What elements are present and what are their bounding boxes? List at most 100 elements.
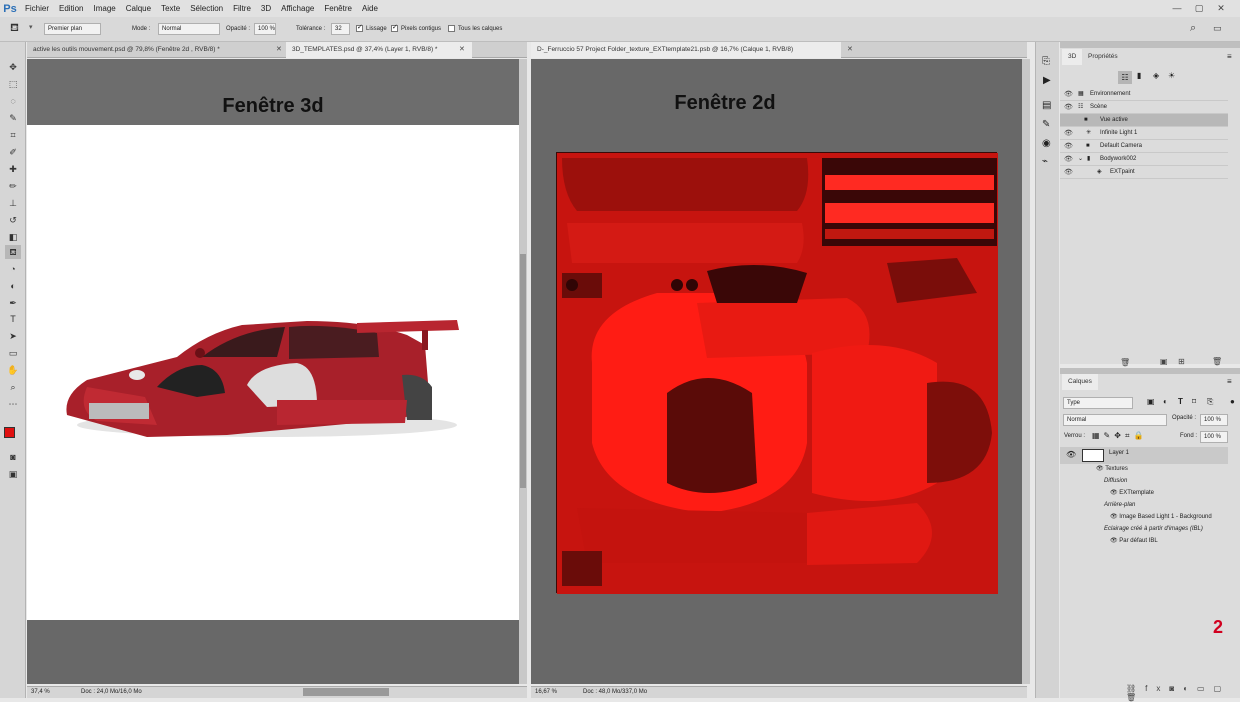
stamp-tool-icon[interactable]: ⊥ bbox=[5, 196, 21, 210]
left-canvas-area[interactable]: Fenêtre 3d bbox=[27, 59, 519, 684]
history-panel-icon[interactable]: ⎘ bbox=[1042, 56, 1050, 67]
zoom-readout[interactable]: 37,4 % bbox=[31, 687, 50, 698]
menu-aide[interactable]: Aide bbox=[357, 0, 383, 17]
filter-adjust-icon[interactable]: ◐ bbox=[1163, 397, 1168, 406]
trash-icon[interactable]: 🗑 bbox=[1212, 357, 1222, 366]
render-icon[interactable]: ▣ bbox=[1160, 357, 1168, 366]
3d-row-vue-active[interactable]: ■ Vue active bbox=[1060, 114, 1228, 127]
tous-calques-checkbox[interactable] bbox=[448, 25, 455, 32]
horizontal-scroll-thumb[interactable] bbox=[303, 688, 389, 696]
tab-calques[interactable]: Calques bbox=[1062, 374, 1098, 390]
menu-fenetre[interactable]: Fenêtre bbox=[319, 0, 357, 17]
notes-icon[interactable]: ✎ bbox=[1042, 119, 1050, 130]
screen-mode-icon[interactable]: ▣ bbox=[5, 467, 21, 481]
tab-ferruccio-template[interactable]: D-_Ferruccio 57 Project Folder_texture_E… bbox=[531, 42, 841, 58]
quick-select-tool-icon[interactable]: ✎ bbox=[5, 111, 21, 125]
tab-3d[interactable]: 3D bbox=[1062, 49, 1083, 65]
3d-row-bodywork[interactable]: 👁 ⌄ ▮ Bodywork002 bbox=[1060, 153, 1228, 166]
layer-opacity-input[interactable]: 100 % bbox=[1200, 414, 1228, 426]
sub-exttemplate[interactable]: 👁 EXTtemplate bbox=[1110, 487, 1154, 499]
type-tool-icon[interactable]: T bbox=[5, 312, 21, 326]
opacity-input[interactable]: 100 % bbox=[254, 23, 276, 35]
menu-image[interactable]: Image bbox=[88, 0, 120, 17]
adjustments-icon[interactable]: ▤ bbox=[1042, 100, 1051, 111]
menu-filtre[interactable]: Filtre bbox=[228, 0, 256, 17]
menu-affichage[interactable]: Affichage bbox=[276, 0, 319, 17]
tab-outils-mouvement[interactable]: active les outils mouvement.psd @ 79,8% … bbox=[27, 42, 263, 58]
more-tools-icon[interactable]: ⋯ bbox=[5, 397, 21, 411]
3d-row-environnement[interactable]: 👁 ▦ Environnement bbox=[1060, 88, 1228, 101]
eyedropper-tool-icon[interactable]: ✐ bbox=[5, 145, 21, 159]
menu-texte[interactable]: Texte bbox=[156, 0, 185, 17]
actions-play-icon[interactable]: ▶ bbox=[1043, 75, 1051, 86]
left-vertical-scrollbar[interactable] bbox=[519, 59, 527, 684]
path-icon[interactable]: ⌁ bbox=[1042, 156, 1048, 167]
close-tab-icon[interactable]: ✕ bbox=[847, 45, 853, 53]
tolerance-input[interactable]: 32 bbox=[331, 23, 350, 35]
close-window-button[interactable]: ✕ bbox=[1212, 0, 1230, 17]
minimize-button[interactable]: — bbox=[1168, 0, 1186, 17]
scroll-thumb[interactable] bbox=[520, 254, 526, 488]
chevron-down-icon[interactable]: ▾ bbox=[29, 23, 33, 31]
material-filter-icon[interactable]: ◈ bbox=[1153, 71, 1159, 80]
paint-bucket-tool-icon[interactable]: ⛾ bbox=[5, 245, 21, 259]
zoom-tool-icon[interactable]: ⌕ bbox=[5, 380, 21, 394]
marquee-tool-icon[interactable]: ⬚ bbox=[5, 77, 21, 91]
sub-ibl-background[interactable]: 👁 Image Based Light 1 - Background bbox=[1110, 511, 1212, 523]
maximize-button[interactable]: ▢ bbox=[1190, 0, 1208, 17]
eye-icon[interactable]: 👁 bbox=[1064, 140, 1073, 153]
filter-pixel-icon[interactable]: ▣ bbox=[1147, 397, 1155, 406]
move-tool-icon[interactable]: ✥ bbox=[5, 60, 21, 74]
zoom-readout[interactable]: 16,67 % bbox=[535, 687, 557, 698]
foreground-color-swatch[interactable] bbox=[4, 427, 15, 438]
fill-source-select[interactable]: Premier plan bbox=[44, 23, 101, 35]
path-select-tool-icon[interactable]: ➤ bbox=[5, 329, 21, 343]
blur-tool-icon[interactable]: ◔ bbox=[5, 262, 21, 276]
light-add-icon[interactable]: ♁ bbox=[1124, 357, 1130, 366]
layer-actions-icons[interactable]: ⛓fx◙◐▭▢🗑 bbox=[1126, 684, 1240, 702]
right-vertical-scrollbar[interactable] bbox=[1022, 59, 1030, 684]
lasso-tool-icon[interactable]: ◌ bbox=[5, 94, 21, 108]
lock-options-icon[interactable]: ▦✎✥⌗🔒 bbox=[1092, 431, 1147, 441]
search-icon[interactable]: ⌕ bbox=[1190, 22, 1196, 35]
eye-icon[interactable]: 👁 bbox=[1110, 538, 1119, 544]
sub-par-defaut-ibl[interactable]: 👁 Par défaut IBL bbox=[1110, 535, 1158, 547]
eye-icon[interactable]: 👁 bbox=[1110, 490, 1119, 496]
fill-input[interactable]: 100 % bbox=[1200, 431, 1228, 443]
layer-filter-select[interactable]: Type bbox=[1063, 397, 1133, 409]
menu-calque[interactable]: Calque bbox=[121, 0, 156, 17]
hand-tool-icon[interactable]: ✋ bbox=[5, 363, 21, 377]
mode-select[interactable]: Normal bbox=[158, 23, 220, 35]
menu-fichier[interactable]: Fichier bbox=[20, 0, 54, 17]
layer-row-layer1[interactable]: 👁 Layer 1 bbox=[1060, 447, 1228, 464]
pixels-contigus-checkbox[interactable] bbox=[391, 23, 398, 32]
tab-3d-templates[interactable]: 3D_TEMPLATES.psd @ 37,4% (Layer 1, RVB/8… bbox=[286, 42, 472, 58]
3d-row-extpaint[interactable]: 👁 ◈ EXTpaint bbox=[1060, 166, 1228, 179]
3d-viewport[interactable] bbox=[27, 125, 519, 620]
eye-icon[interactable]: 👁 bbox=[1064, 88, 1073, 101]
filter-smart-icon[interactable]: ⎘ bbox=[1207, 397, 1213, 407]
mesh-filter-icon[interactable]: ▮ bbox=[1137, 71, 1141, 80]
crop-tool-icon[interactable]: ⌗ bbox=[5, 128, 21, 142]
panel-menu-icon[interactable]: ≡ bbox=[1227, 52, 1232, 61]
filter-toggle-icon[interactable]: ● bbox=[1230, 397, 1235, 406]
layer-name[interactable]: Layer 1 bbox=[1109, 450, 1129, 456]
eye-icon[interactable]: 👁 bbox=[1066, 450, 1076, 459]
close-tab-icon[interactable]: ✕ bbox=[276, 45, 282, 53]
dodge-tool-icon[interactable]: ◐ bbox=[5, 279, 21, 293]
3d-row-scene[interactable]: 👁 ☷ Scène bbox=[1060, 101, 1228, 114]
tab-proprietes[interactable]: Propriétés bbox=[1082, 49, 1124, 65]
eye-icon[interactable]: 👁 bbox=[1110, 514, 1119, 520]
light-filter-icon[interactable]: ☀ bbox=[1168, 71, 1175, 80]
eye-icon[interactable]: 👁 bbox=[1064, 101, 1073, 114]
workspace-icon[interactable]: ▭ bbox=[1213, 23, 1222, 34]
healing-tool-icon[interactable]: ✚ bbox=[5, 162, 21, 176]
blend-mode-select[interactable]: Normal bbox=[1063, 414, 1167, 426]
paint-bucket-icon[interactable]: ⛾ bbox=[10, 22, 26, 36]
close-tab-icon[interactable]: ✕ bbox=[459, 45, 465, 53]
eye-icon[interactable]: 👁 bbox=[1064, 166, 1073, 179]
lissage-checkbox[interactable] bbox=[356, 23, 363, 32]
eye-icon[interactable]: 👁 bbox=[1096, 466, 1105, 472]
chevron-down-icon[interactable]: ⌄ bbox=[1078, 153, 1083, 166]
pen-tool-icon[interactable]: ✒ bbox=[5, 296, 21, 310]
